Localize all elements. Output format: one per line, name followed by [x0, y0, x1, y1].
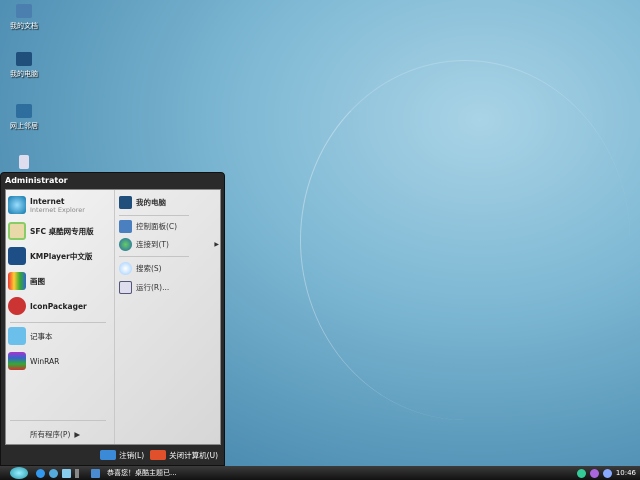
program-iconpackager[interactable]: IconPackager: [8, 297, 87, 315]
arrow-right-icon: ▶: [74, 430, 81, 439]
ie-icon: [8, 196, 26, 214]
icon-label: 我的文档: [10, 22, 38, 30]
logoff-icon: [100, 450, 117, 460]
program-label: WinRAR: [30, 356, 60, 366]
wallpaper-swoosh: [300, 60, 630, 420]
monitor-icon: [119, 196, 132, 209]
arrow-right-icon: ▶: [214, 241, 219, 248]
program-label: SFC 桌酷网专用版: [30, 226, 94, 236]
sfc-icon: [8, 222, 26, 240]
folder-icon: [16, 4, 32, 18]
place-connect-to[interactable]: 连接到(T) ▶: [119, 238, 219, 251]
program-internet[interactable]: Internet Internet Explorer: [8, 196, 85, 214]
volume-icon[interactable]: [602, 468, 612, 478]
separator: [10, 420, 106, 421]
place-label: 我的电脑: [136, 198, 166, 207]
shutdown-button[interactable]: 关闭计算机(U): [150, 450, 218, 461]
desktop-icon-recycle-bin[interactable]: [4, 155, 44, 172]
globe-icon: [119, 238, 132, 251]
program-kmplayer[interactable]: KMPlayer中文版: [8, 247, 92, 265]
program-label: IconPackager: [30, 301, 87, 311]
task-label: 恭喜您！桌酷主题已...: [107, 469, 177, 477]
taskbar-window-button[interactable]: 恭喜您！桌酷主题已...: [91, 468, 177, 478]
all-programs-button[interactable]: 所有程序(P) ▶: [30, 429, 80, 440]
network-icon: [16, 104, 32, 118]
document-icon: [91, 468, 100, 478]
place-label: 搜索(S): [136, 264, 162, 273]
system-tray: 10:46: [576, 468, 640, 478]
separator: [10, 322, 106, 323]
separator: [119, 256, 189, 257]
start-menu-panel: Internet Internet Explorer SFC 桌酷网专用版 KMP…: [5, 189, 221, 445]
place-control-panel[interactable]: 控制面板(C): [119, 220, 177, 233]
paint-icon: [8, 272, 26, 290]
place-my-computer[interactable]: 我的电脑: [119, 196, 166, 209]
start-menu: Administrator Internet Internet Explorer …: [0, 172, 225, 466]
logoff-label: 注销(L): [119, 450, 145, 460]
program-paint[interactable]: 画图: [8, 272, 45, 290]
program-label: Internet: [30, 196, 65, 206]
place-label: 连接到(T): [136, 240, 169, 249]
start-button[interactable]: [10, 467, 28, 479]
clock[interactable]: 10:46: [616, 469, 636, 477]
separator: [119, 215, 189, 216]
user-name: Administrator: [5, 176, 68, 185]
program-sfc[interactable]: SFC 桌酷网专用版: [8, 222, 94, 240]
program-winrar[interactable]: WinRAR: [8, 352, 59, 370]
taskbar: 恭喜您！桌酷主题已... 10:46: [0, 466, 640, 480]
globe-icon[interactable]: [49, 468, 58, 478]
icon-label: 我的电脑: [10, 70, 38, 78]
program-label: 记事本: [30, 331, 53, 341]
network-tray-icon[interactable]: [576, 468, 586, 478]
control-panel-icon: [119, 220, 132, 233]
run-icon: [119, 281, 132, 294]
notepad-icon: [8, 327, 26, 345]
start-menu-footer: 注销(L) 关闭计算机(U): [1, 445, 224, 465]
desktop-icon-network[interactable]: 网上邻居: [4, 104, 44, 131]
place-search[interactable]: 搜索(S): [119, 262, 162, 275]
logoff-button[interactable]: 注销(L): [100, 450, 144, 461]
show-desktop-icon[interactable]: [62, 468, 71, 478]
program-label: 画图: [30, 276, 45, 286]
ie-icon[interactable]: [36, 468, 45, 478]
monitor-icon: [16, 52, 32, 66]
taskbar-grip-icon: [75, 468, 79, 478]
search-icon: [119, 262, 132, 275]
program-sublabel: Internet Explorer: [30, 205, 85, 214]
place-label: 运行(R)...: [136, 283, 170, 292]
shutdown-label: 关闭计算机(U): [169, 450, 218, 460]
kmplayer-icon: [8, 247, 26, 265]
winrar-icon: [8, 352, 26, 370]
program-notepad[interactable]: 记事本: [8, 327, 53, 345]
places-list: 我的电脑 控制面板(C) 连接到(T) ▶ 搜索(S) 运行(R)...: [114, 190, 220, 444]
icon-label: 网上邻居: [10, 122, 38, 130]
recycle-bin-icon: [19, 155, 29, 169]
program-label: KMPlayer中文版: [30, 251, 93, 261]
place-label: 控制面板(C): [136, 222, 178, 231]
desktop-icon-my-documents[interactable]: 我的文档: [4, 4, 44, 31]
program-list: Internet Internet Explorer SFC 桌酷网专用版 KMP…: [6, 190, 112, 444]
desktop-icon-my-computer[interactable]: 我的电脑: [4, 52, 44, 79]
iconpackager-icon: [8, 297, 26, 315]
shutdown-icon: [150, 450, 167, 460]
all-programs-label: 所有程序(P): [30, 430, 71, 439]
tray-app-icon[interactable]: [589, 468, 599, 478]
place-run[interactable]: 运行(R)...: [119, 281, 169, 294]
